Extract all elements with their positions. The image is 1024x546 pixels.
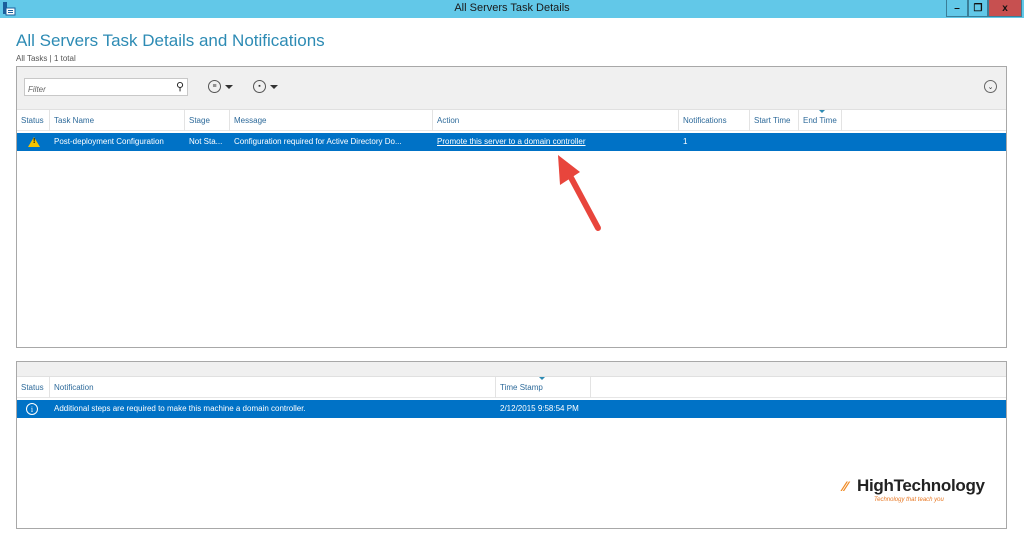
minimize-button[interactable]: –	[946, 0, 968, 17]
tasks-grid-header: Status Task Name Stage Message Action No…	[17, 110, 1006, 131]
task-count-subtitle: All Tasks | 1 total	[16, 54, 76, 63]
close-button[interactable]: x	[988, 0, 1022, 17]
logo-mark-icon: ⁄⁄	[843, 478, 848, 494]
info-icon: i	[26, 403, 38, 415]
save-icon: ▪	[253, 80, 266, 93]
filter-input[interactable]	[25, 81, 165, 98]
logo-brand-text: HighTechnology	[857, 476, 985, 495]
column-header-start-time[interactable]: Start Time	[750, 110, 799, 131]
tasks-panel: ⚲ ≡ ▪ ⌄ Status Task Name Stage Message A…	[16, 66, 1007, 348]
page-title: All Servers Task Details and Notificatio…	[16, 31, 325, 50]
column-header-message[interactable]: Message	[230, 110, 433, 131]
sort-indicator-icon	[539, 377, 545, 380]
notification-text-cell: Additional steps are required to make th…	[54, 404, 306, 413]
column-header-time-stamp[interactable]: Time Stamp	[496, 377, 591, 398]
notifications-toolbar	[17, 362, 1006, 377]
restore-button[interactable]: ❐	[968, 0, 988, 17]
minimize-icon: –	[954, 2, 960, 14]
save-query-button[interactable]: ▪	[253, 80, 278, 93]
chevron-down-icon	[270, 84, 278, 89]
action-cell: Promote this server to a domain controll…	[433, 133, 679, 151]
tasks-toolbar: ⚲ ≡ ▪ ⌄	[17, 67, 1006, 110]
filter-box[interactable]: ⚲	[24, 78, 188, 98]
column-header-status[interactable]: Status	[17, 377, 50, 398]
expand-collapse-button[interactable]: ⌄	[984, 80, 997, 93]
close-icon: x	[1002, 2, 1008, 14]
view-options-button[interactable]: ≡	[208, 80, 233, 93]
column-header-action[interactable]: Action	[433, 110, 679, 131]
stage-cell: Not Sta...	[189, 137, 223, 146]
column-header-status[interactable]: Status	[17, 110, 50, 131]
annotation-arrow	[558, 155, 601, 231]
column-header-notification[interactable]: Notification	[50, 377, 496, 398]
notifications-grid-header: Status Notification Time Stamp	[17, 377, 1006, 398]
restore-icon: ❐	[973, 2, 983, 14]
column-header-end-time[interactable]: End Time	[799, 110, 842, 131]
notification-row[interactable]: i Additional steps are required to make …	[17, 400, 1006, 418]
task-row[interactable]: ! Post-deployment Configuration Not Sta.…	[17, 133, 1006, 151]
window-titlebar: All Servers Task Details – ❐ x	[0, 0, 1024, 18]
column-header-stage[interactable]: Stage	[185, 110, 230, 131]
time-stamp-cell: 2/12/2015 9:58:54 PM	[500, 404, 579, 413]
column-header-task-name[interactable]: Task Name	[50, 110, 185, 131]
list-icon: ≡	[208, 80, 221, 93]
chevron-down-icon	[225, 84, 233, 89]
promote-domain-controller-link[interactable]: Promote this server to a domain controll…	[437, 137, 586, 146]
logo-slogan: Technology that teach you	[874, 497, 944, 503]
message-cell: Configuration required for Active Direct…	[234, 137, 402, 146]
sort-indicator-icon	[819, 110, 825, 113]
search-icon[interactable]: ⚲	[176, 80, 184, 93]
warning-icon: !	[28, 137, 40, 147]
column-header-notifications[interactable]: Notifications	[679, 110, 750, 131]
window-title: All Servers Task Details	[454, 2, 570, 14]
notifications-count-cell: 1	[683, 137, 688, 146]
task-name-cell: Post-deployment Configuration	[54, 137, 164, 146]
hightechnology-watermark: ⁄⁄ HighTechnology Technology that teach …	[840, 476, 990, 510]
